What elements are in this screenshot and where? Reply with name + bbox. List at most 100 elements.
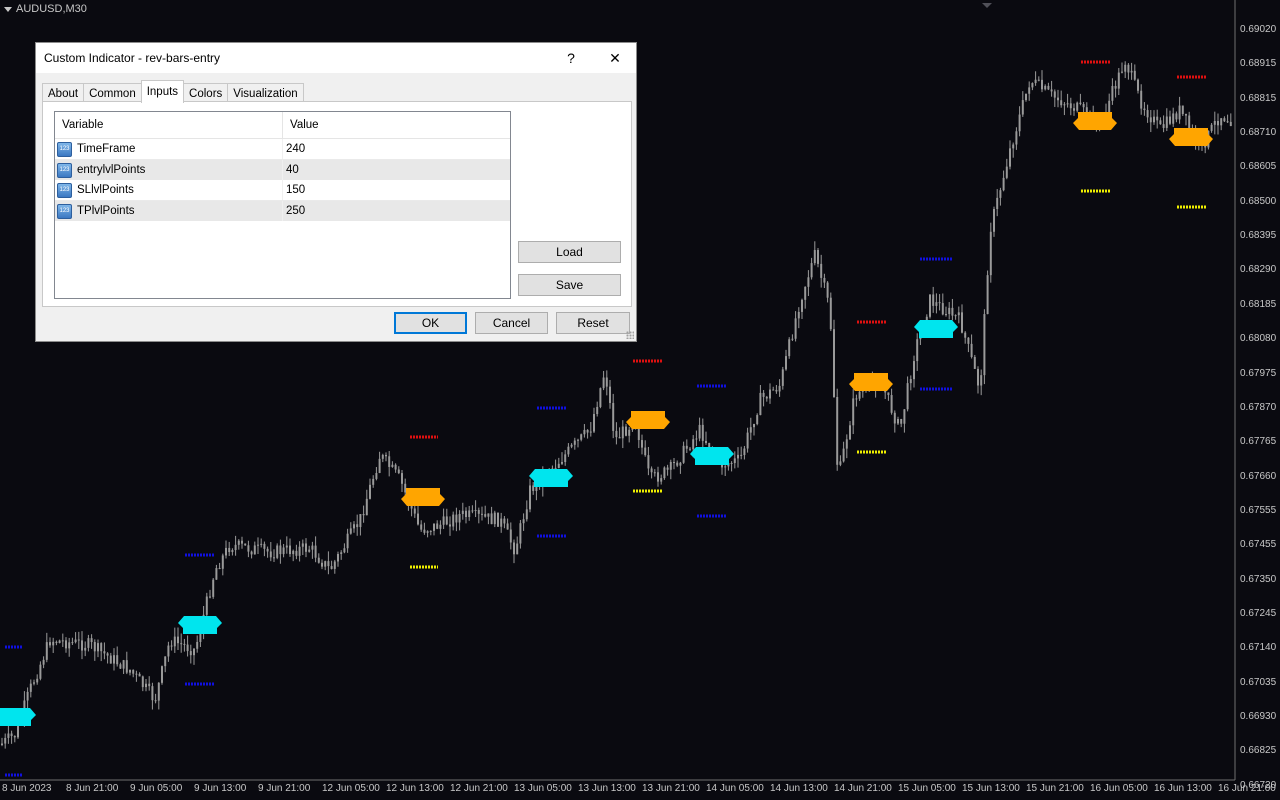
time-tick-label: 16 Jun 05:00 (1090, 783, 1148, 794)
candle-body (666, 467, 669, 470)
candle-body (797, 311, 800, 319)
close-button[interactable]: ✕ (592, 43, 638, 73)
candle-body (186, 644, 189, 652)
help-button[interactable]: ? (548, 43, 594, 73)
time-tick-label: 13 Jun 21:00 (642, 783, 700, 794)
candle-body (122, 660, 125, 669)
candle-body (564, 454, 567, 463)
candle-body (730, 462, 733, 464)
chevron-down-icon[interactable] (4, 6, 12, 12)
candle-body (458, 513, 461, 523)
candle-body (289, 545, 291, 555)
candle-body (116, 655, 119, 665)
tab-about[interactable]: About (42, 83, 85, 103)
table-row[interactable]: 123 TPlvlPoints 250 (55, 201, 510, 221)
cancel-button[interactable]: Cancel (475, 312, 548, 334)
candle-body (218, 568, 221, 570)
resize-grip-icon[interactable] (626, 331, 634, 339)
price-tick-label: 0.68185 (1240, 298, 1277, 310)
variable-value[interactable]: 240 (283, 143, 510, 155)
candle-body (1159, 120, 1162, 125)
grid-header: Variable Value (55, 112, 510, 139)
candle-body (365, 498, 368, 516)
candle-body (141, 676, 144, 688)
candle-body (71, 642, 74, 644)
candle-body (903, 409, 906, 424)
candle-body (413, 508, 416, 514)
variable-value[interactable]: 250 (283, 205, 510, 217)
variable-value[interactable]: 150 (283, 184, 510, 196)
candle-body (1185, 114, 1187, 116)
candle-body (589, 431, 592, 433)
column-header-value[interactable]: Value (283, 112, 510, 138)
candle-body (493, 512, 496, 525)
candle-body (340, 552, 343, 554)
candle-body (1028, 87, 1031, 94)
candle-body (106, 653, 109, 656)
candle-body (58, 640, 61, 643)
candle-body (1025, 93, 1027, 101)
candle-body (669, 461, 672, 470)
candle-body (298, 546, 301, 556)
reset-button[interactable]: Reset (556, 312, 630, 334)
candle-body (1121, 71, 1123, 73)
candle-body (1050, 89, 1053, 92)
table-row[interactable]: 123 entrylvlPoints 40 (55, 160, 510, 180)
dialog-titlebar[interactable]: Custom Indicator - rev-bars-entry ? ✕ (36, 43, 636, 73)
candle-body (7, 733, 10, 738)
time-tick-label: 8 Jun 21:00 (66, 783, 119, 794)
variable-value[interactable]: 40 (283, 164, 510, 176)
candle-body (420, 524, 423, 530)
candle-body (1226, 121, 1229, 123)
table-row[interactable]: 123 TimeFrame 240 (55, 139, 510, 160)
load-button[interactable]: Load (518, 241, 621, 263)
candle-body (1018, 114, 1021, 132)
save-button[interactable]: Save (518, 274, 621, 296)
tab-colors[interactable]: Colors (183, 83, 229, 103)
candle-body (295, 550, 298, 556)
candle-body (621, 426, 624, 439)
candle-body (29, 683, 32, 692)
candle-body (999, 190, 1002, 198)
candle-body (497, 512, 499, 527)
candle-body (826, 282, 829, 298)
tab-visualization[interactable]: Visualization (227, 83, 304, 103)
buy-signal-arrow (690, 447, 734, 465)
tab-inputs[interactable]: Inputs (140, 80, 185, 103)
time-tick-label: 12 Jun 05:00 (322, 783, 380, 794)
candle-body (4, 737, 7, 744)
candle-body (33, 682, 35, 684)
candle-body (84, 647, 87, 651)
candle-body (276, 545, 279, 558)
candle-body (513, 542, 515, 555)
time-tick-label: 9 Jun 13:00 (194, 783, 247, 794)
candle-body (1213, 120, 1216, 125)
candle-body (743, 448, 746, 456)
candle-body (237, 540, 240, 545)
candle-body (1181, 105, 1184, 115)
candle-body (1076, 102, 1079, 111)
candle-body (676, 462, 679, 466)
ok-button[interactable]: OK (394, 312, 467, 334)
time-tick-label: 8 Jun 2023 (2, 783, 52, 794)
candle-body (477, 510, 480, 514)
column-header-variable[interactable]: Variable (55, 112, 283, 138)
candle-body (39, 664, 42, 679)
price-tick-label: 0.67660 (1240, 470, 1277, 482)
sell-signal-arrow (1073, 112, 1117, 130)
price-tick-label: 0.67140 (1240, 642, 1277, 654)
candle-body (87, 638, 90, 648)
table-row[interactable]: 123 SLlvlPoints 150 (55, 180, 510, 201)
candle-body (663, 467, 666, 479)
candle-body (602, 377, 605, 389)
time-tick-label: 16 Jun 13:00 (1154, 783, 1212, 794)
candle-body (970, 343, 973, 358)
candle-body (993, 209, 995, 232)
tab-common[interactable]: Common (83, 83, 142, 103)
candle-body (967, 337, 970, 344)
candle-body (1188, 115, 1191, 129)
candle-body (580, 434, 583, 440)
candle-body (1082, 104, 1085, 108)
price-tick-label: 0.67245 (1240, 607, 1277, 619)
candle-body (321, 562, 323, 567)
